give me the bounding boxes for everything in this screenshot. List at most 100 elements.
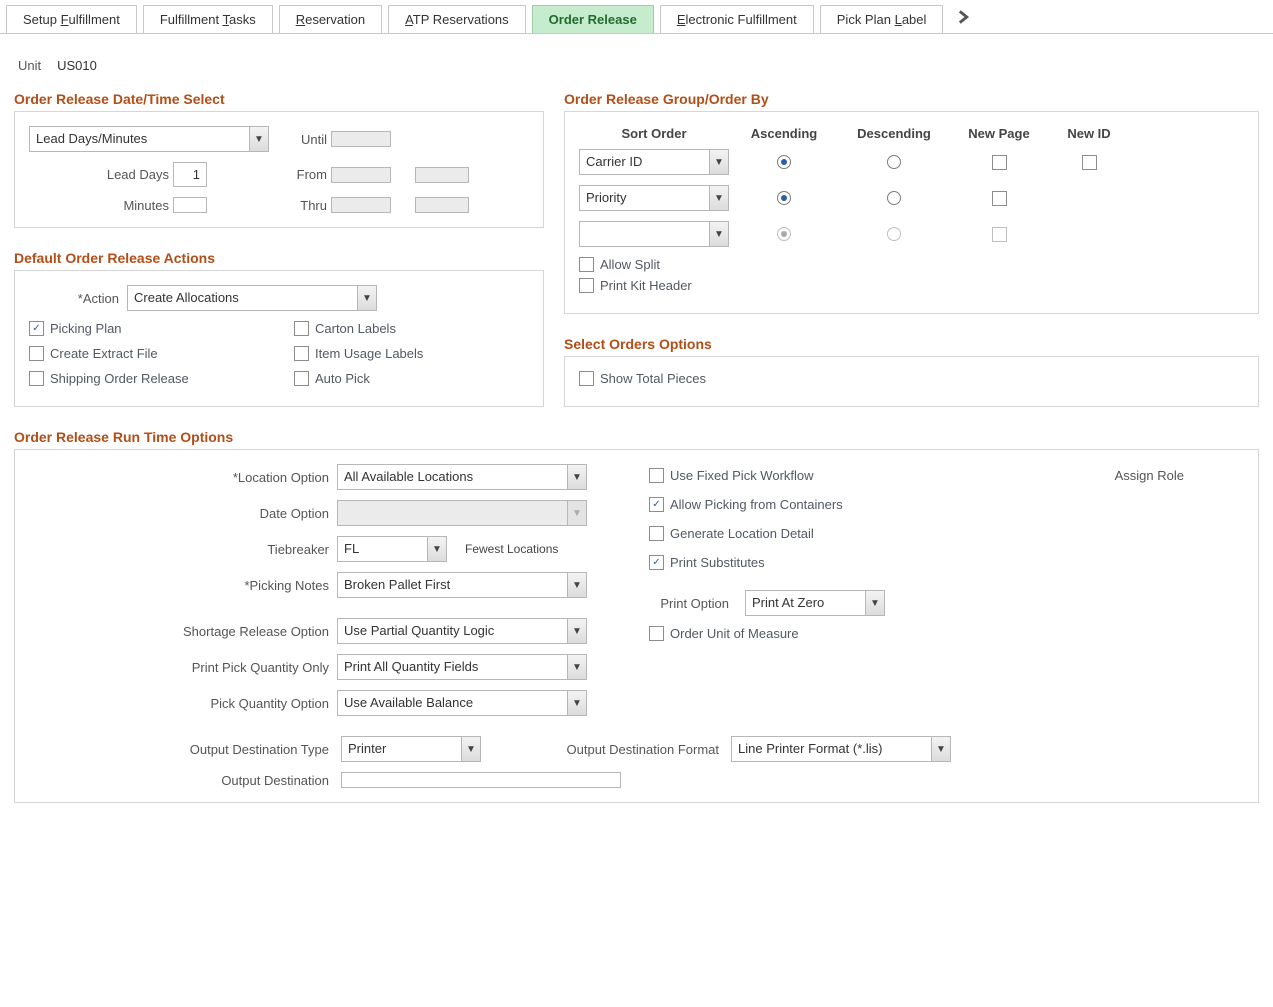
radio-descending[interactable] — [887, 155, 901, 169]
cb-new-page[interactable] — [992, 191, 1007, 206]
cb-show-total-pieces[interactable]: Show Total Pieces — [579, 371, 1244, 386]
tab-setup-fulfillment[interactable]: Setup Fulfillment — [6, 5, 137, 33]
cb-create-extract-file[interactable]: Create Extract File — [29, 346, 264, 361]
location-option-select[interactable]: All Available Locations▼ — [337, 464, 587, 490]
col-new-id: New ID — [1049, 126, 1129, 141]
datetime-mode-select[interactable]: Lead Days/Minutes ▼ — [29, 126, 269, 152]
chevron-down-icon: ▼ — [249, 127, 268, 151]
thru-label: Thru — [267, 198, 327, 213]
cb-auto-pick[interactable]: Auto Pick — [294, 371, 529, 386]
cb-new-page — [992, 227, 1007, 242]
tiebreaker-label: Tiebreaker — [29, 542, 337, 557]
sort-order-select[interactable]: Priority▼ — [579, 185, 729, 211]
date-option-select: ▼ — [337, 500, 587, 526]
chevron-down-icon: ▼ — [567, 501, 586, 525]
from-time-field — [415, 167, 469, 183]
print-option-label: Print Option — [649, 596, 737, 611]
unit-value: US010 — [57, 58, 97, 73]
tab-bar: Setup Fulfillment Fulfillment Tasks Rese… — [0, 0, 1273, 34]
from-label: From — [267, 167, 327, 182]
cb-carton-labels[interactable]: Carton Labels — [294, 321, 529, 336]
tiebreaker-hint: Fewest Locations — [465, 542, 558, 556]
shortage-select[interactable]: Use Partial Quantity Logic▼ — [337, 618, 587, 644]
cb-use-fixed-pick[interactable]: Use Fixed Pick Workflow — [649, 468, 814, 483]
radio-descending[interactable] — [887, 191, 901, 205]
chevron-down-icon: ▼ — [567, 465, 586, 489]
thru-time-field — [415, 197, 469, 213]
group-row: Priority▼ — [579, 185, 1244, 211]
action-label: *Action — [29, 291, 127, 306]
sort-order-select[interactable]: Carrier ID▼ — [579, 149, 729, 175]
action-select[interactable]: Create Allocations ▼ — [127, 285, 377, 311]
lead-days-input[interactable]: 1 — [173, 162, 207, 187]
cb-new-id[interactable] — [1082, 155, 1097, 170]
out-dest-label: Output Destination — [29, 773, 333, 788]
section-title-select-orders: Select Orders Options — [564, 336, 1259, 352]
tab-atp-reservations[interactable]: ATP Reservations — [388, 5, 526, 33]
unit-label: Unit — [18, 58, 41, 73]
out-format-select[interactable]: Line Printer Format (*.lis)▼ — [731, 736, 951, 762]
pick-qty-opt-label: Pick Quantity Option — [29, 696, 337, 711]
tab-fulfillment-tasks[interactable]: Fulfillment Tasks — [143, 5, 273, 33]
thru-date-field — [331, 197, 391, 213]
radio-descending — [887, 227, 901, 241]
out-type-label: Output Destination Type — [29, 742, 333, 757]
until-date-field — [331, 131, 391, 147]
chevron-down-icon: ▼ — [709, 222, 728, 246]
minutes-label: Minutes — [29, 198, 169, 213]
radio-ascending[interactable] — [777, 155, 791, 169]
section-title-default-actions: Default Order Release Actions — [14, 250, 544, 266]
tab-pick-plan-label[interactable]: Pick Plan Label — [820, 5, 944, 33]
tabs-scroll-right[interactable] — [949, 4, 979, 33]
out-dest-input[interactable] — [341, 772, 621, 788]
chevron-down-icon: ▼ — [709, 150, 728, 174]
col-new-page: New Page — [949, 126, 1049, 141]
assign-role-link[interactable]: Assign Role — [1115, 468, 1184, 483]
tiebreaker-select[interactable]: FL▼ — [337, 536, 447, 562]
shortage-label: Shortage Release Option — [29, 624, 337, 639]
print-option-select[interactable]: Print At Zero▼ — [745, 590, 885, 616]
panel-runtime: *Location Option All Available Locations… — [14, 449, 1259, 803]
cb-shipping-order-release[interactable]: Shipping Order Release — [29, 371, 264, 386]
out-type-select[interactable]: Printer▼ — [341, 736, 481, 762]
group-row: ▼ — [579, 221, 1244, 247]
panel-default-actions: *Action Create Allocations ▼ ✓Picking Pl… — [14, 270, 544, 407]
col-ascending: Ascending — [729, 126, 839, 141]
chevron-right-icon — [957, 10, 971, 24]
chevron-down-icon: ▼ — [709, 186, 728, 210]
chevron-down-icon: ▼ — [567, 691, 586, 715]
chevron-down-icon: ▼ — [567, 573, 586, 597]
chevron-down-icon: ▼ — [865, 591, 884, 615]
chevron-down-icon: ▼ — [931, 737, 950, 761]
picking-notes-label: *Picking Notes — [29, 578, 337, 593]
tab-reservation[interactable]: Reservation — [279, 5, 382, 33]
col-descending: Descending — [839, 126, 949, 141]
cb-item-usage-labels[interactable]: Item Usage Labels — [294, 346, 529, 361]
cb-print-subs[interactable]: ✓Print Substitutes — [649, 555, 1244, 570]
cb-allow-containers[interactable]: ✓Allow Picking from Containers — [649, 497, 1244, 512]
cb-picking-plan[interactable]: ✓Picking Plan — [29, 321, 264, 336]
lead-days-label: Lead Days — [29, 167, 169, 182]
cb-new-page[interactable] — [992, 155, 1007, 170]
cb-order-uom[interactable]: Order Unit of Measure — [649, 626, 1244, 641]
section-title-runtime: Order Release Run Time Options — [14, 429, 1259, 445]
panel-datetime: Lead Days/Minutes ▼ Until Lead Days 1 Fr… — [14, 111, 544, 228]
group-row: Carrier ID▼ — [579, 149, 1244, 175]
picking-notes-select[interactable]: Broken Pallet First▼ — [337, 572, 587, 598]
unit-header: Unit US010 — [18, 58, 1259, 73]
chevron-down-icon: ▼ — [567, 655, 586, 679]
radio-ascending[interactable] — [777, 191, 791, 205]
tab-order-release[interactable]: Order Release — [532, 5, 654, 33]
print-pick-qty-label: Print Pick Quantity Only — [29, 660, 337, 675]
tab-electronic-fulfillment[interactable]: Electronic Fulfillment — [660, 5, 814, 33]
pick-qty-opt-select[interactable]: Use Available Balance▼ — [337, 690, 587, 716]
sort-order-select[interactable]: ▼ — [579, 221, 729, 247]
panel-group-orderby: Sort Order Ascending Descending New Page… — [564, 111, 1259, 314]
radio-ascending — [777, 227, 791, 241]
cb-allow-split[interactable]: Allow Split — [579, 257, 1244, 272]
cb-gen-loc-detail[interactable]: Generate Location Detail — [649, 526, 1244, 541]
cb-print-kit-header[interactable]: Print Kit Header — [579, 278, 1244, 293]
date-option-label: Date Option — [29, 506, 337, 521]
print-pick-qty-select[interactable]: Print All Quantity Fields▼ — [337, 654, 587, 680]
minutes-input[interactable] — [173, 197, 207, 213]
